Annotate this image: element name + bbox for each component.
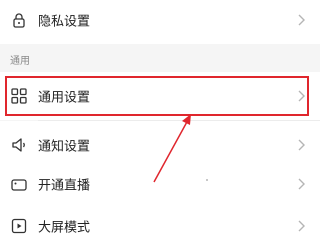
general-settings-label: 通用设置 — [38, 90, 91, 106]
big-screen-mode-row[interactable]: 大屏模式 — [0, 202, 320, 250]
privacy-settings-row[interactable]: 隐私设置 — [0, 0, 320, 44]
chevron-right-icon — [296, 178, 306, 190]
notification-settings-label: 通知设置 — [38, 139, 91, 155]
chevron-right-icon — [296, 220, 306, 232]
speaker-icon — [10, 136, 28, 154]
big-screen-mode-label: 大屏模式 — [38, 220, 91, 236]
start-live-label: 开通直播 — [38, 178, 91, 194]
stray-dot — [206, 179, 208, 181]
start-live-row[interactable]: 开通直播 — [0, 160, 320, 208]
privacy-settings-label: 隐私设置 — [38, 14, 91, 30]
grid-icon — [10, 87, 28, 105]
general-settings-row[interactable]: 通用设置 — [0, 72, 320, 120]
section-title-general: 通用 — [10, 56, 30, 67]
chevron-right-icon — [296, 90, 306, 102]
play-icon — [10, 217, 28, 235]
camera-icon — [10, 175, 28, 193]
lock-icon — [10, 11, 28, 29]
chevron-right-icon — [296, 139, 306, 151]
chevron-right-icon — [296, 14, 306, 26]
